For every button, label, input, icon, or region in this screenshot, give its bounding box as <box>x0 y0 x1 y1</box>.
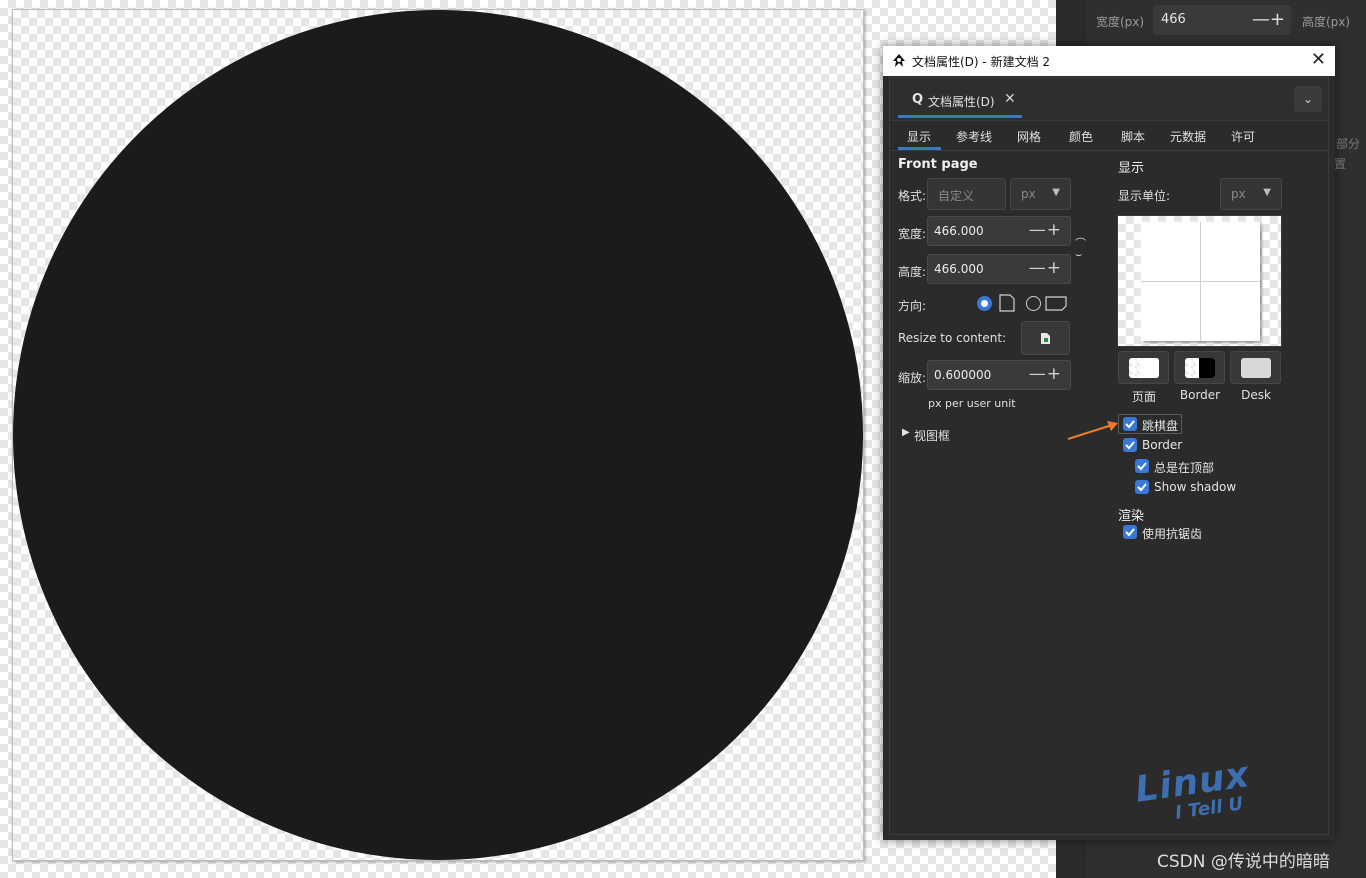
csdn-credit: CSDN @传说中的暗暗 <box>1157 852 1330 872</box>
viewbox-expander[interactable]: 视图框 <box>914 427 950 444</box>
border-checkbox[interactable] <box>1123 438 1137 452</box>
height-stepper[interactable]: —+ <box>1029 258 1062 278</box>
height-value: 466.000 <box>934 262 984 276</box>
tab-grids[interactable]: 网格 <box>1017 128 1041 145</box>
scale-value: 0.600000 <box>934 368 992 382</box>
dock-menu-chevron-down-icon[interactable]: ⌄ <box>1294 86 1322 112</box>
desk-color-swatch[interactable] <box>1230 351 1281 384</box>
scale-stepper[interactable]: —+ <box>1029 364 1062 384</box>
toolbar-width-value: 466 <box>1161 12 1186 27</box>
height-label: 高度: <box>898 265 927 279</box>
always-on-top-checkbox[interactable] <box>1135 459 1149 473</box>
format-label: 格式: <box>898 189 927 203</box>
tab-scripting[interactable]: 脚本 <box>1121 128 1145 145</box>
border-swatch-label: Border <box>1179 388 1221 402</box>
page-swatch-label: 页面 <box>1131 390 1156 404</box>
expander-triangle-icon[interactable]: ▶ <box>902 427 910 438</box>
border-color-swatch[interactable] <box>1174 351 1225 384</box>
document-page[interactable] <box>12 9 864 861</box>
dialog-titlebar[interactable]: 文档属性(D) - 新建文档 2 ✕ <box>883 46 1335 76</box>
dock-tab-document-properties[interactable]: Q 文档属性(D) ✕ <box>898 88 1022 118</box>
active-tab-indicator <box>898 147 941 150</box>
orientation-label: 方向: <box>898 299 927 313</box>
inner-tabs: 显示 参考线 网格 颜色 脚本 元数据 许可 <box>890 122 1328 151</box>
dock-tabbar: Q 文档属性(D) ✕ ⌄ <box>890 78 1328 121</box>
landscape-page-icon <box>1045 296 1067 311</box>
scale-label: 缩放: <box>898 371 927 385</box>
panel-partial-text-1: 部分 <box>1336 137 1361 151</box>
toolbar-height-label: 高度(px) <box>1302 15 1351 29</box>
document-properties-icon: Q <box>912 92 924 107</box>
height-input[interactable]: 466.000 —+ <box>927 254 1071 284</box>
scale-input[interactable]: 0.600000 —+ <box>927 360 1071 390</box>
chevron-down-icon: ▼ <box>1052 187 1060 198</box>
width-input[interactable]: 466.000 —+ <box>927 216 1071 246</box>
panel-partial-text-2: 置 <box>1334 157 1347 171</box>
show-shadow-checkbox[interactable] <box>1135 480 1149 494</box>
desk-swatch-label: Desk <box>1241 388 1271 402</box>
lock-aspect-chain-icon[interactable]: ⌒ ⌣ <box>1075 238 1086 260</box>
checkerboard-checkbox[interactable] <box>1123 417 1137 431</box>
width-value: 466.000 <box>934 224 984 238</box>
tab-guides[interactable]: 参考线 <box>956 128 992 145</box>
format-unit-value: px <box>1021 187 1036 201</box>
format-select[interactable]: 自定义 <box>927 178 1006 210</box>
resize-to-content-label: Resize to content: <box>898 331 1007 345</box>
format-unit-select[interactable]: px ▼ <box>1010 178 1071 210</box>
always-on-top-label[interactable]: 总是在顶部 <box>1154 459 1214 476</box>
display-heading: 显示 <box>1118 161 1145 176</box>
checkerboard-label[interactable]: 跳棋盘 <box>1142 417 1178 434</box>
display-units-select[interactable]: px ▼ <box>1220 178 1282 210</box>
page-preview <box>1117 215 1282 347</box>
inkscape-logo-icon <box>893 54 905 67</box>
width-stepper[interactable]: —+ <box>1029 220 1062 240</box>
tab-display[interactable]: 显示 <box>907 128 931 145</box>
resize-page-icon <box>1041 333 1050 344</box>
page-color-swatch[interactable] <box>1118 351 1169 384</box>
toolbar-width-label: 宽度(px) <box>1096 15 1145 29</box>
tab-metadata[interactable]: 元数据 <box>1170 128 1206 145</box>
black-circle-shape[interactable] <box>13 10 863 860</box>
portrait-page-icon <box>999 294 1015 312</box>
front-page-heading: Front page <box>898 157 978 172</box>
scale-hint: px per user unit <box>928 397 1016 410</box>
dock-tab-label: 文档属性(D) <box>928 95 995 109</box>
display-units-label: 显示单位: <box>1118 189 1171 203</box>
antialias-label[interactable]: 使用抗锯齿 <box>1142 525 1202 542</box>
width-label: 宽度: <box>898 227 927 241</box>
display-units-value: px <box>1231 187 1246 201</box>
format-value: 自定义 <box>938 189 975 203</box>
rendering-heading: 渲染 <box>1118 509 1145 524</box>
preview-page <box>1141 222 1260 341</box>
dialog-title: 文档属性(D) - 新建文档 2 <box>912 55 1051 69</box>
toolbar-width-stepper[interactable]: —+ <box>1252 9 1285 30</box>
antialias-checkbox[interactable] <box>1123 525 1137 539</box>
watermark-logo: Linux I Tell U <box>1133 754 1290 832</box>
close-icon[interactable]: ✕ <box>1311 49 1326 70</box>
tab-close-icon[interactable]: ✕ <box>1004 91 1016 107</box>
resize-to-content-button[interactable] <box>1021 321 1070 355</box>
portrait-radio[interactable] <box>977 296 992 311</box>
annotation-arrow-icon <box>1067 421 1118 440</box>
show-shadow-label[interactable]: Show shadow <box>1154 480 1236 494</box>
chevron-down-icon: ▼ <box>1263 187 1271 198</box>
tab-colors[interactable]: 颜色 <box>1069 128 1093 145</box>
border-label[interactable]: Border <box>1142 438 1182 452</box>
landscape-radio[interactable] <box>1026 296 1041 311</box>
tab-license[interactable]: 许可 <box>1231 128 1255 145</box>
toolbar-width-input[interactable]: 466 —+ <box>1153 5 1291 35</box>
